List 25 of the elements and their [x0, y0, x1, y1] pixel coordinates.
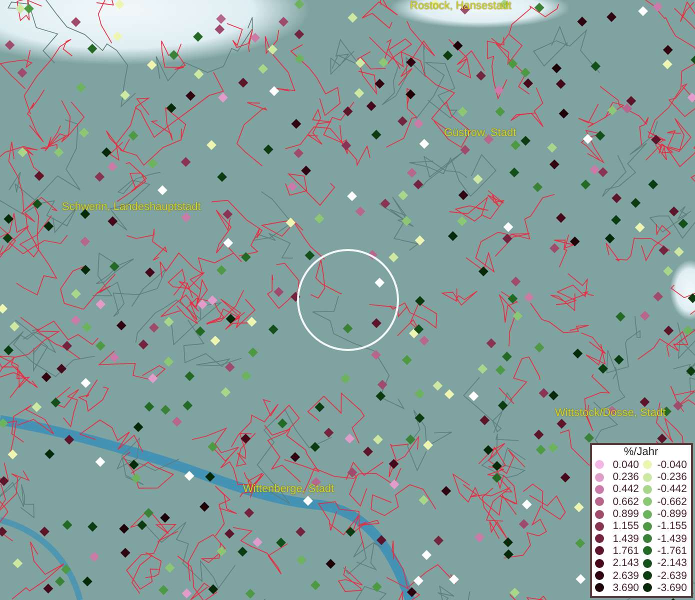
- legend-value: 2.639: [612, 570, 639, 582]
- legend-value: 0.236: [612, 471, 639, 484]
- legend-value: 1.439: [612, 532, 639, 545]
- legend-value: -1.155: [656, 520, 687, 532]
- legend-value: -2.639: [656, 570, 687, 582]
- legend-value: 3.690: [612, 582, 639, 594]
- legend-value: 0.442: [612, 483, 639, 496]
- legend-value: 1.761: [612, 544, 639, 557]
- legend-value: -0.236: [656, 471, 687, 484]
- legend-value: 2.143: [612, 557, 639, 570]
- city-label: Schwerin, Landeshauptstadt: [62, 201, 201, 213]
- legend-value: -0.662: [656, 496, 687, 508]
- legend-value: 0.662: [612, 496, 639, 508]
- legend-value: -3.690: [656, 582, 687, 594]
- city-label: Rostock, Hansestadt: [410, 0, 512, 12]
- legend-value: -0.899: [656, 508, 687, 520]
- legend-value: -0.040: [656, 458, 687, 471]
- legend-title: %/Jahr: [622, 446, 660, 459]
- legend-value: -1.439: [656, 532, 687, 545]
- legend-value: -1.761: [656, 544, 687, 557]
- legend-value: 0.040: [612, 458, 639, 471]
- legend-value: -0.442: [656, 483, 687, 496]
- legend-value: 1.155: [612, 520, 639, 532]
- legend-value: 0.899: [612, 508, 639, 520]
- legend-value: -2.143: [656, 557, 687, 570]
